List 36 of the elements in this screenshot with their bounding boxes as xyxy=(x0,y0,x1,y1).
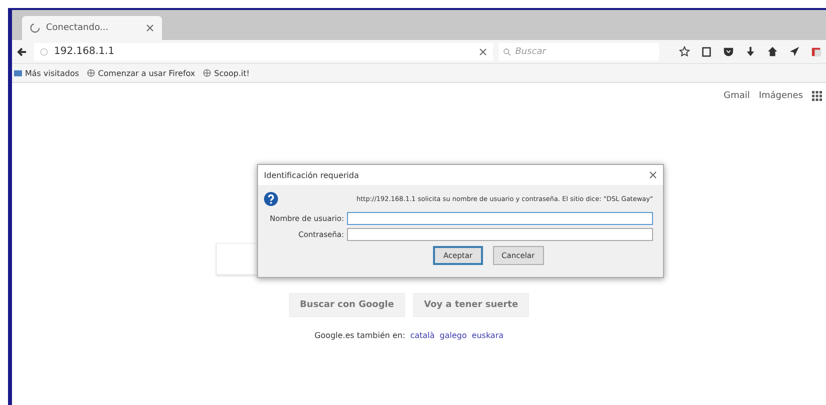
pocket-icon[interactable] xyxy=(723,46,734,57)
clear-icon[interactable] xyxy=(479,48,488,56)
extension-icon[interactable] xyxy=(811,46,822,57)
language-link[interactable]: euskara xyxy=(472,331,504,340)
back-icon[interactable] xyxy=(16,46,28,58)
search-icon xyxy=(503,48,512,56)
bookmark-link[interactable]: Comenzar a usar Firefox xyxy=(87,68,196,78)
input-field[interactable] xyxy=(347,212,653,225)
bookmark-link[interactable]: Más visitados xyxy=(14,68,80,78)
url-field[interactable]: 192.168.1.1 xyxy=(34,42,494,60)
tab-title: Conectando... xyxy=(46,23,110,33)
globe-icon xyxy=(203,69,212,77)
browser-tab[interactable]: Conectando... xyxy=(22,16,162,40)
url-text: 192.168.1.1 xyxy=(54,46,116,57)
home-icon[interactable] xyxy=(767,46,778,57)
search-button[interactable]: Buscar con Google xyxy=(288,293,405,317)
input-field[interactable] xyxy=(347,228,653,241)
dialog-title: Identificación requerida xyxy=(264,170,359,180)
question-icon xyxy=(264,192,278,206)
search-button[interactable]: Voy a tener suerte xyxy=(412,293,530,317)
star-icon[interactable] xyxy=(679,46,690,57)
globe-icon xyxy=(87,69,96,77)
download-icon[interactable] xyxy=(745,46,756,57)
close-icon[interactable] xyxy=(649,171,657,179)
language-prompt: Google.es también en: xyxy=(314,331,406,340)
header-link[interactable]: Gmail xyxy=(724,91,750,101)
language-link[interactable]: galego xyxy=(440,331,467,340)
bookmark-link[interactable]: Scoop.it! xyxy=(203,68,250,78)
info-icon xyxy=(40,48,48,56)
language-link[interactable]: català xyxy=(410,331,435,340)
search-placeholder: Buscar xyxy=(515,46,546,56)
close-icon[interactable] xyxy=(146,24,154,32)
apps-grid-icon[interactable] xyxy=(812,91,822,101)
send-icon[interactable] xyxy=(789,46,800,57)
header-link[interactable]: Imágenes xyxy=(758,91,803,101)
folder-icon xyxy=(14,69,22,77)
